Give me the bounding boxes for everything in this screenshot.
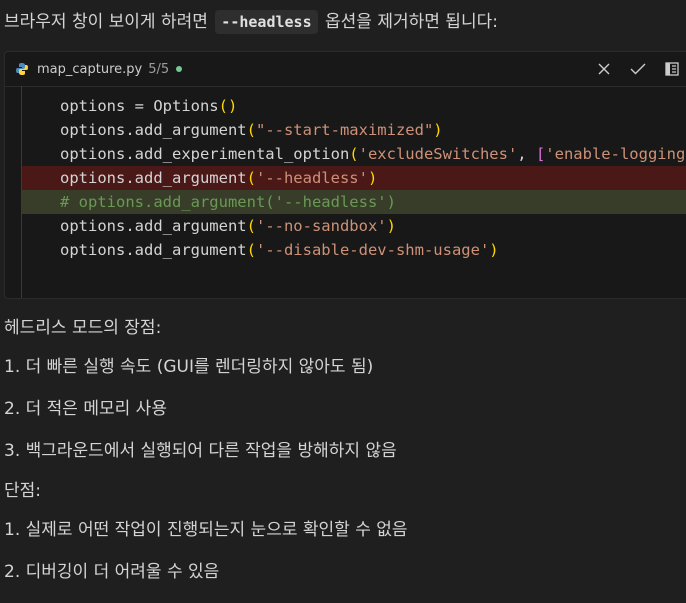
change-count: 5/5 — [148, 61, 170, 77]
disadvantage-item: 1. 실제로 어떤 작업이 진행되는지 눈으로 확인할 수 없음 — [4, 520, 408, 540]
disadvantage-item: 2. 디버깅이 더 어려울 수 있음 — [4, 562, 220, 582]
code-line: options.add_argument("--start-maximized"… — [60, 121, 443, 139]
code-line: options.add_experimental_option('exclude… — [60, 145, 686, 163]
code-filename[interactable]: map_capture.py — [37, 62, 142, 77]
code-line-inserted: # options.add_argument('--headless') — [22, 190, 686, 214]
advantages-title: 헤드리스 모드의 장점: — [4, 318, 162, 338]
disadvantages-title: 단점: — [4, 481, 42, 501]
advantage-item: 2. 더 적은 메모리 사용 — [4, 399, 167, 419]
code-block: map_capture.py 5/5 options = Options() o… — [4, 51, 686, 299]
code-line-deleted: options.add_argument('--headless') — [22, 166, 686, 190]
code-actions — [595, 52, 681, 86]
advantage-item: 3. 백그라운드에서 실행되어 다른 작업을 방해하지 않음 — [4, 441, 397, 461]
code-block-header: map_capture.py 5/5 — [5, 52, 686, 87]
advantage-item: 1. 더 빠른 실행 속도 (GUI를 렌더링하지 않아도 됨) — [4, 357, 374, 377]
code-line: options.add_argument('--no-sandbox') — [60, 217, 396, 235]
code-line: options = Options() — [60, 97, 238, 115]
diff-icon[interactable] — [663, 60, 681, 78]
status-dot — [176, 66, 183, 72]
close-icon[interactable] — [595, 60, 613, 78]
check-icon[interactable] — [629, 60, 647, 78]
intro-text: 브라우저 창이 보이게 하려면 --headless 옵션을 제거하면 됩니다: — [4, 6, 686, 38]
code-area[interactable]: options = Options() options.add_argument… — [21, 86, 686, 298]
intro-before: 브라우저 창이 보이게 하려면 — [4, 12, 214, 32]
code-line: options.add_argument('--disable-dev-shm-… — [60, 241, 499, 259]
intro-after: 옵션을 제거하면 됩니다: — [319, 12, 498, 32]
python-icon — [15, 62, 29, 76]
inline-code-headless: --headless — [215, 10, 318, 34]
